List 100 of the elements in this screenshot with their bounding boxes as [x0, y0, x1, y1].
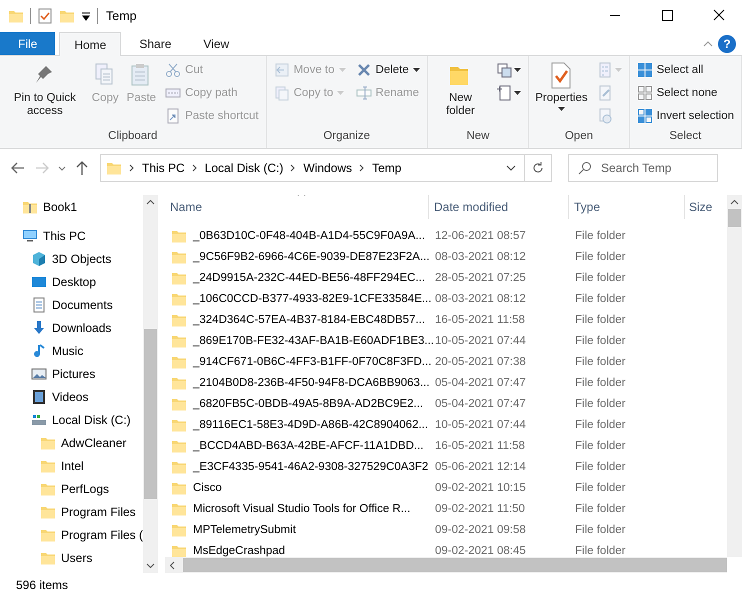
date-cell-text: 16-05-2021 11:58 [434, 314, 526, 326]
ribbon-button[interactable]: New folder [432, 59, 490, 121]
group-label: Select [668, 130, 702, 144]
date-cell-text: 05-04-2021 07:47 [434, 376, 527, 388]
file-row[interactable]: Cisco 09-02-2021 10:15 File folder [165, 477, 727, 498]
refresh-icon [531, 161, 545, 175]
group-label: Organize [322, 130, 372, 144]
search-field[interactable]: Search Temp [568, 154, 718, 182]
nav-item[interactable]: Pictures [0, 362, 143, 385]
nav-item[interactable]: Program Files ( [0, 523, 143, 546]
file-row[interactable]: _6820FB5C-0BDB-49A5-8B9A-AD2BC9E2... 05-04-2021 07:47 File folder [165, 393, 727, 414]
breadcrumb[interactable]: Local Disk (C:) [204, 161, 284, 175]
window-title: Temp [106, 9, 137, 23]
file-name: MsEdgeCrashpad [193, 544, 286, 556]
chevron-down-icon[interactable] [504, 163, 518, 173]
file-name: _914CF671-0B6C-4FF3-B1FF-0F70C8F3FD... [193, 356, 432, 368]
scroll-thumb[interactable] [144, 329, 157, 499]
file-name: _BCCD4ABD-B63A-42BE-AFCF-11A1DBD... [193, 440, 424, 452]
file-name: _2104B0D8-236B-4F50-94F8-DCA6BB9063... [193, 376, 430, 388]
rename-icon [356, 85, 372, 101]
file-row[interactable]: _914CF671-0B6C-4FF3-B1FF-0F70C8F3FD... 20-05-2021 07:38 File folder [165, 351, 727, 372]
file-row[interactable]: _9C56F9B2-6966-4C6E-9039-DE87E23F2A... 08-03-2021 08:12 File folder [165, 246, 727, 267]
file-row[interactable]: _89116EC1-58E3-4D9D-A86B-42C8904062... 10-05-2021 07:44 File folder [165, 414, 727, 435]
file-row[interactable]: _0B63D10C-0F48-404B-A1D4-55C9F0A9A... 12-06-2021 08:57 File folder [165, 225, 727, 246]
nav-item[interactable]: AdwCleaner [0, 431, 143, 454]
type-cell-text: File folder [574, 314, 626, 326]
file-name: _9C56F9B2-6966-4C6E-9039-DE87E23F2A... [193, 250, 430, 262]
nav-item[interactable]: Desktop [0, 270, 143, 293]
nav-item[interactable]: Documents [0, 293, 143, 316]
column-header[interactable]: Type [569, 195, 685, 219]
ribbon-tab[interactable]: View [189, 32, 244, 55]
grid-invert-icon [636, 108, 653, 124]
nav-item[interactable]: Local Disk (C:) [0, 408, 143, 431]
nav-item[interactable]: Book1 [0, 195, 143, 218]
file-row[interactable]: Microsoft Visual Studio Tools for Office R... 09-02-2021 11:50 File folder [165, 498, 727, 519]
date-cell-text: 05-04-2021 07:47 [434, 398, 527, 410]
nav-item[interactable]: Music [0, 339, 143, 362]
breadcrumb[interactable]: This PC [142, 161, 185, 175]
date-cell-text: 16-05-2021 11:58 [434, 440, 526, 452]
nav-item[interactable]: This PC [0, 224, 143, 247]
collapse-icon[interactable] [702, 38, 714, 48]
type-cell-text: File folder [574, 502, 626, 514]
ribbon-button[interactable]: Delete [352, 59, 423, 81]
ribbon-tab[interactable]: Share [125, 32, 186, 55]
ribbon-button[interactable]: Select none [634, 82, 737, 104]
search-icon [578, 161, 592, 175]
ribbon-button[interactable]: Properties [533, 59, 590, 114]
nav-item[interactable]: PerfLogs [0, 477, 143, 500]
file-row[interactable]: _2104B0D8-236B-4F50-94F8-DCA6BB9063... 05-04-2021 07:47 File folder [165, 372, 727, 393]
file-row[interactable]: MPTelemetrySubmit 09-02-2021 09:58 File folder [165, 519, 727, 540]
type-cell-text: File folder [574, 376, 626, 388]
group-label: Clipboard [107, 130, 158, 144]
type-cell-text: File folder [574, 524, 626, 536]
address-bar[interactable]: This PC Local Disk (C:) Windows Temp [100, 154, 552, 182]
scroll-thumb[interactable] [183, 558, 727, 572]
date-cell-text: 08-03-2021 08:12 [434, 292, 527, 304]
scrollbar[interactable] [143, 195, 158, 573]
folder-icon [106, 160, 122, 176]
nav-item[interactable]: Intel [0, 454, 143, 477]
file-row[interactable]: MsEdgeCrashpad 09-02-2021 08:45 File folder [165, 540, 727, 557]
ribbon-tab[interactable]: Home [59, 32, 122, 56]
history-icon [596, 108, 613, 124]
file-row[interactable]: _106C0CCD-B377-4933-82E9-1CFE33584E... 08-03-2021 08:12 File folder [165, 288, 727, 309]
column-header[interactable]: Name [165, 195, 429, 219]
nav-item[interactable]: Downloads [0, 316, 143, 339]
ribbon-tab[interactable]: File [0, 32, 56, 55]
file-row[interactable]: _BCCD4ABD-B63A-42BE-AFCF-11A1DBD... 16-05-2021 11:58 File folder [165, 435, 727, 456]
properties-icon[interactable] [37, 8, 53, 24]
type-cell-text: File folder [574, 398, 626, 410]
column-header[interactable]: Date modified [429, 195, 569, 219]
type-cell-text: File folder [574, 460, 626, 472]
file-row[interactable]: _869E170B-FE32-43AF-BA1B-E60ADF1BE3...10-05-2021 07:44 File folder [165, 330, 727, 351]
file-name: _24D9915A-232C-44ED-BE56-48FF294EC... [193, 272, 426, 284]
type-cell-text: File folder [574, 292, 626, 304]
file-row[interactable]: _E3CF4335-9541-46A2-9308-327529C0A3F2 05-06-2021 12:14 File folder [165, 456, 727, 477]
horizontal-scrollbar[interactable] [165, 557, 727, 573]
nav-item[interactable]: 3D Objects [0, 247, 143, 270]
ribbon-button[interactable]: Pin to Quick access [4, 59, 86, 121]
nav-item[interactable]: Videos [0, 385, 143, 408]
date-cell-text: 09-02-2021 10:15 [434, 482, 527, 494]
nav-item[interactable]: Users [0, 546, 143, 569]
scrollbar[interactable] [727, 195, 742, 557]
file-row[interactable]: _324D364C-57EA-4B37-8184-EBC48DB57... 16-05-2021 11:58 File folder [165, 309, 727, 330]
help-button[interactable]: ? [718, 34, 736, 52]
ribbon-button[interactable]: Select all [634, 59, 737, 81]
column-header[interactable]: Size [685, 195, 719, 219]
date-cell-text: 28-05-2021 07:25 [434, 272, 527, 284]
breadcrumb[interactable]: Temp [372, 161, 402, 175]
date-cell-text: 12-06-2021 08:57 [434, 230, 527, 242]
ribbon-button[interactable]: Invert selection [634, 105, 737, 127]
date-cell-text: 09-02-2021 09:58 [434, 524, 527, 536]
file-name: _0B63D10C-0F48-404B-A1D4-55C9F0A9A... [193, 230, 426, 242]
scroll-thumb[interactable] [728, 209, 741, 227]
nav-item[interactable]: Program Files [0, 500, 143, 523]
type-cell-text: File folder [574, 482, 626, 494]
file-row[interactable]: _24D9915A-232C-44ED-BE56-48FF294EC... 28-05-2021 07:25 File folder [165, 267, 727, 288]
file-name: _324D364C-57EA-4B37-8184-EBC48DB57... [193, 314, 426, 326]
edit-icon [596, 85, 613, 101]
type-cell-text: File folder [574, 230, 626, 242]
breadcrumb[interactable]: Windows [303, 161, 352, 175]
